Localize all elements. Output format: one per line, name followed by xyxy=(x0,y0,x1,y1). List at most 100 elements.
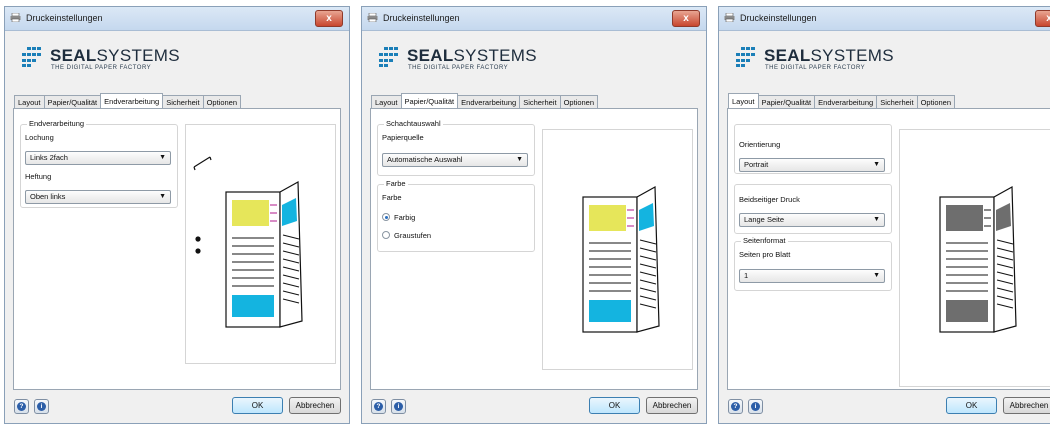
info-button[interactable]: i xyxy=(391,399,406,414)
print-dialog-finishing: Druckeinstellungen x SEALSYSTEMS THE DIG… xyxy=(4,6,350,424)
tab-optionen[interactable]: Optionen xyxy=(202,95,242,108)
window-title: Druckeinstellungen xyxy=(383,13,460,23)
title-bar[interactable]: Druckeinstellungen x xyxy=(5,7,349,31)
ok-button[interactable]: OK xyxy=(946,397,997,414)
tab-strip: Layout Papier/Qualität Endverarbeitung S… xyxy=(371,93,599,109)
ok-button[interactable]: OK xyxy=(589,397,640,414)
chevron-down-icon: ▼ xyxy=(516,156,523,163)
paper-preview-image xyxy=(582,185,660,333)
document-preview xyxy=(899,129,1050,387)
tab-panel: Orientierung Portrait ▼ Beidseitiger Druc… xyxy=(727,108,1050,390)
help-icon: ? xyxy=(731,402,740,411)
tab-layout[interactable]: Layout xyxy=(728,93,759,108)
tab-endverarbeitung[interactable]: Endverarbeitung xyxy=(100,93,164,108)
group-endverarbeitung: Endverarbeitung Lochung Links 2fach ▼ Hef… xyxy=(20,119,178,208)
farbe-label: Farbe xyxy=(382,193,402,202)
tab-endverarbeitung[interactable]: Endverarbeitung xyxy=(814,95,878,108)
help-button[interactable]: ? xyxy=(371,399,386,414)
close-icon: x xyxy=(683,13,689,24)
group-beidseitiger-druck: Beidseitiger Druck Lange Seite ▼ xyxy=(734,184,892,234)
chevron-down-icon: ▼ xyxy=(873,272,880,279)
tab-sicherheit[interactable]: Sicherheit xyxy=(162,95,204,108)
papierquelle-select[interactable]: Automatische Auswahl ▼ xyxy=(382,153,528,167)
printer-icon xyxy=(10,13,21,22)
chevron-down-icon: ▼ xyxy=(873,161,880,168)
brand-logo: SEALSYSTEMS THE DIGITAL PAPER FACTORY xyxy=(378,45,578,75)
tab-sicherheit[interactable]: Sicherheit xyxy=(519,95,561,108)
title-bar[interactable]: Druckeinstellungen x xyxy=(719,7,1050,31)
tab-strip: Layout Papier/Qualität Endverarbeitung S… xyxy=(728,93,956,109)
dialog-footer: ? i OK Abbrechen xyxy=(719,391,1050,423)
tab-layout[interactable]: Layout xyxy=(14,95,45,108)
print-dialog-layout: Druckeinstellungen x SEALSYSTEMS THE DIG… xyxy=(718,6,1050,424)
cancel-button[interactable]: Abbrechen xyxy=(1003,397,1050,414)
group-title: Endverarbeitung xyxy=(27,119,87,128)
close-button[interactable]: x xyxy=(672,10,700,27)
help-button[interactable]: ? xyxy=(14,399,29,414)
tab-sicherheit[interactable]: Sicherheit xyxy=(876,95,918,108)
tab-optionen[interactable]: Optionen xyxy=(916,95,956,108)
tab-papier-qualitaet[interactable]: Papier/Qualität xyxy=(43,95,102,108)
seal-logo-icon xyxy=(736,47,755,67)
beidseitig-select[interactable]: Lange Seite ▼ xyxy=(739,213,885,227)
seal-logo-icon xyxy=(22,47,41,67)
print-dialog-paper-quality: Druckeinstellungen x SEALSYSTEMS THE DIG… xyxy=(361,6,707,424)
window-title: Druckeinstellungen xyxy=(740,13,817,23)
tab-optionen[interactable]: Optionen xyxy=(559,95,599,108)
tab-layout[interactable]: Layout xyxy=(371,95,402,108)
dialog-footer: ? i OK Abbrechen xyxy=(362,391,706,423)
finishing-preview-image xyxy=(193,156,303,328)
help-icon: ? xyxy=(17,402,26,411)
close-button[interactable]: x xyxy=(1035,10,1050,27)
group-title: Farbe xyxy=(384,179,408,188)
seal-logo-icon xyxy=(379,47,398,67)
tab-endverarbeitung[interactable]: Endverarbeitung xyxy=(457,95,521,108)
brand-tagline: THE DIGITAL PAPER FACTORY xyxy=(765,65,866,71)
cancel-button[interactable]: Abbrechen xyxy=(289,397,341,414)
cancel-button[interactable]: Abbrechen xyxy=(646,397,698,414)
group-farbe: Farbe Farbe Farbig Graustufen xyxy=(377,179,535,252)
info-icon: i xyxy=(394,402,403,411)
dialog-footer: ? i OK Abbrechen xyxy=(5,391,349,423)
document-preview xyxy=(185,124,336,364)
help-button[interactable]: ? xyxy=(728,399,743,414)
printer-icon xyxy=(724,13,735,22)
orientierung-select[interactable]: Portrait ▼ xyxy=(739,158,885,172)
info-button[interactable]: i xyxy=(34,399,49,414)
beidseitig-label: Beidseitiger Druck xyxy=(739,195,800,204)
radio-graustufen[interactable]: Graustufen xyxy=(382,231,452,241)
tab-papier-qualitaet[interactable]: Papier/Qualität xyxy=(400,93,459,108)
group-schachtauswahl: Schachtauswahl Papierquelle Automatische… xyxy=(377,119,535,176)
brand-name: SEALSYSTEMS xyxy=(764,46,894,65)
printer-icon xyxy=(367,13,378,22)
brand-tagline: THE DIGITAL PAPER FACTORY xyxy=(51,65,152,71)
tab-papier-qualitaet[interactable]: Papier/Qualität xyxy=(757,95,816,108)
group-seitenformat: Seitenformat Seiten pro Blatt 1 ▼ xyxy=(734,236,892,291)
heftung-select[interactable]: Oben links ▼ xyxy=(25,190,171,204)
brand-logo: SEALSYSTEMS THE DIGITAL PAPER FACTORY xyxy=(21,45,221,75)
close-button[interactable]: x xyxy=(315,10,343,27)
info-icon: i xyxy=(37,402,46,411)
tab-strip: Layout Papier/Qualität Endverarbeitung S… xyxy=(14,93,242,109)
heftung-label: Heftung xyxy=(25,172,52,181)
chevron-down-icon: ▼ xyxy=(159,193,166,200)
chevron-down-icon: ▼ xyxy=(159,154,166,161)
lochung-label: Lochung xyxy=(25,133,54,142)
radio-indicator xyxy=(382,231,390,239)
title-bar[interactable]: Druckeinstellungen x xyxy=(362,7,706,31)
brand-logo: SEALSYSTEMS THE DIGITAL PAPER FACTORY xyxy=(735,45,935,75)
brand-name: SEALSYSTEMS xyxy=(407,46,537,65)
radio-indicator xyxy=(382,213,390,221)
layout-preview-image xyxy=(939,185,1017,333)
chevron-down-icon: ▼ xyxy=(873,216,880,223)
info-button[interactable]: i xyxy=(748,399,763,414)
ok-button[interactable]: OK xyxy=(232,397,283,414)
tab-panel: Endverarbeitung Lochung Links 2fach ▼ Hef… xyxy=(13,108,341,390)
seiten-pro-blatt-select[interactable]: 1 ▼ xyxy=(739,269,885,283)
lochung-select[interactable]: Links 2fach ▼ xyxy=(25,151,171,165)
papierquelle-label: Papierquelle xyxy=(382,133,424,142)
tab-panel: Schachtauswahl Papierquelle Automatische… xyxy=(370,108,698,390)
document-preview xyxy=(542,129,693,370)
group-orientierung: Orientierung Portrait ▼ xyxy=(734,124,892,174)
radio-farbig[interactable]: Farbig xyxy=(382,213,442,223)
